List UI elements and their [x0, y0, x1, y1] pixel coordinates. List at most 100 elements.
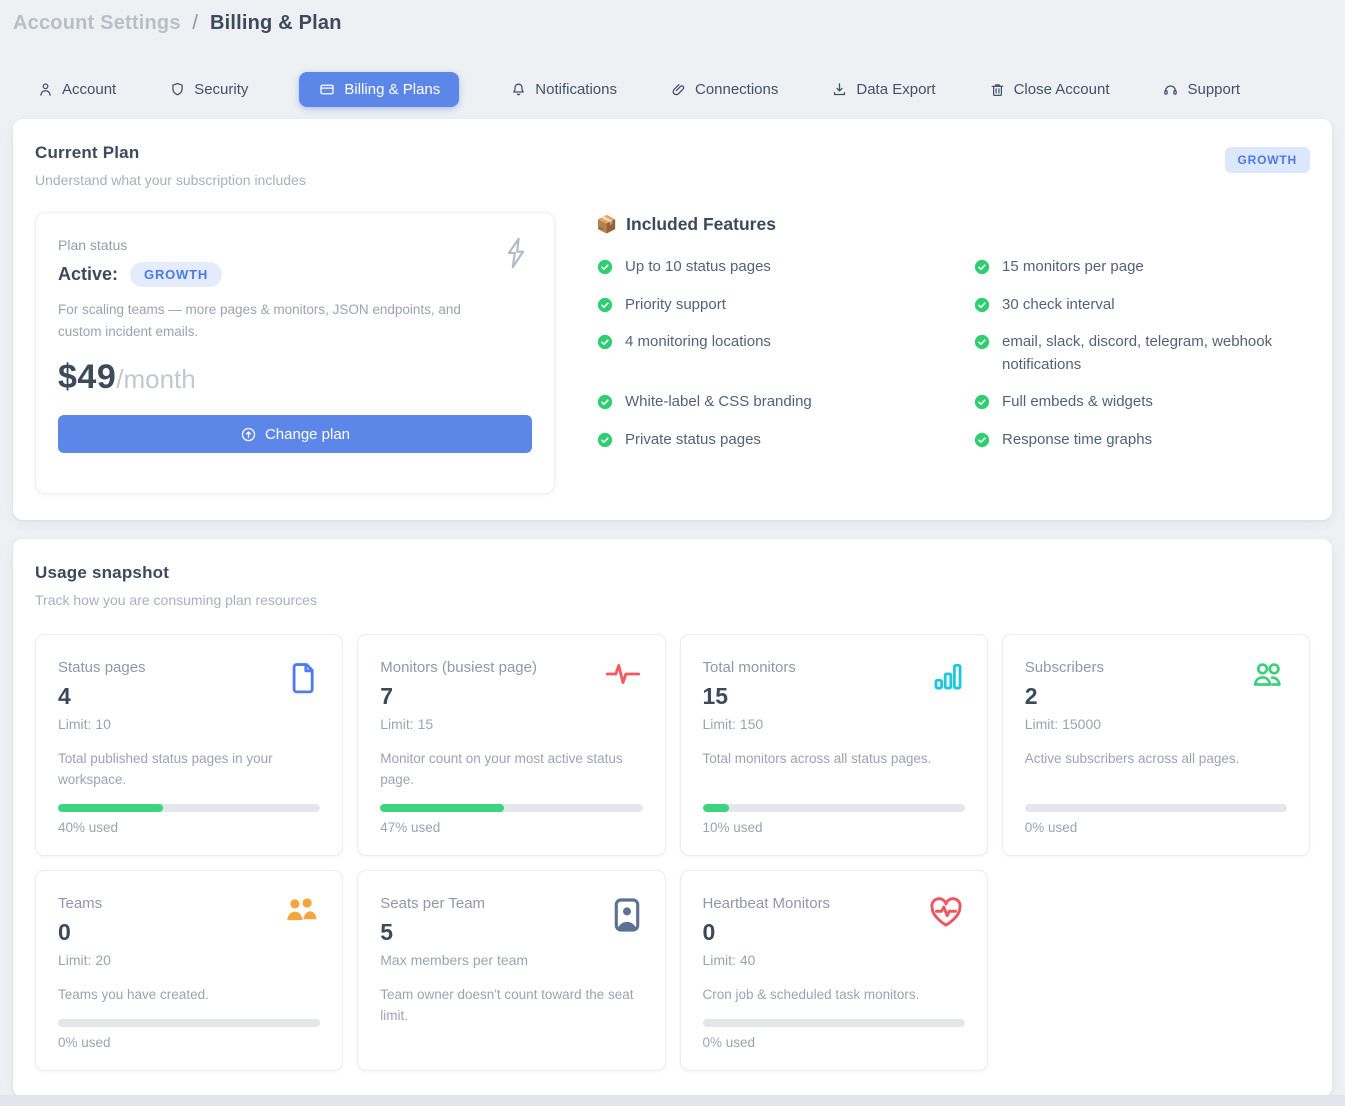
feature-label: 30 check interval [1002, 294, 1115, 317]
file-icon [286, 659, 320, 697]
tab-security[interactable]: Security [167, 72, 250, 107]
usage-card-top: Subscribers 2 Limit: 15000 [1025, 659, 1287, 732]
section-subtitle: Understand what your subscription includ… [35, 172, 306, 188]
usage-card-head: Monitors (busiest page) 7 Limit: 15 [380, 659, 537, 732]
usage-card-description: Total monitors across all status pages. [703, 749, 965, 791]
person-icon [37, 81, 54, 98]
usage-card-description: Team owner doesn't count toward the seat… [380, 985, 642, 1050]
usage-snapshot-section: Usage snapshot Track how you are consumi… [13, 539, 1332, 1097]
progress-track [703, 804, 965, 812]
progress-fill [703, 804, 729, 812]
plan-price: $49/month [58, 358, 532, 397]
check-circle-icon [973, 258, 991, 276]
price-period: /month [116, 364, 196, 394]
usage-card-title: Subscribers [1025, 659, 1104, 676]
link-icon [670, 81, 687, 98]
usage-card-percent: 0% used [1025, 820, 1287, 835]
download-icon [831, 81, 848, 98]
progress-fill [58, 804, 163, 812]
check-circle-icon [973, 333, 991, 351]
plan-status-row: Active: GROWTH [58, 262, 532, 287]
check-circle-icon [596, 393, 614, 411]
breadcrumb: Account Settings / Billing & Plan [13, 0, 1332, 35]
tab-connections[interactable]: Connections [668, 72, 780, 107]
heart-pulse-icon [927, 895, 965, 929]
usage-card-value: 4 [58, 683, 146, 710]
current-plan-heading: Current Plan Understand what your subscr… [35, 143, 306, 188]
team-icon [282, 895, 320, 925]
usage-card-top: Seats per Team 5 Max members per team [380, 895, 642, 968]
feature-label: Response time graphs [1002, 429, 1152, 452]
bell-icon [510, 81, 527, 98]
tab-data-export[interactable]: Data Export [829, 72, 937, 107]
usage-card-value: 5 [380, 919, 528, 946]
check-circle-icon [973, 296, 991, 314]
usage-card-head: Total monitors 15 Limit: 150 [703, 659, 796, 732]
usage-card-top: Monitors (busiest page) 7 Limit: 15 [380, 659, 642, 732]
usage-card-percent: 10% used [703, 820, 965, 835]
users-icon [1249, 659, 1287, 691]
change-plan-label: Change plan [265, 426, 350, 443]
usage-card-value: 7 [380, 683, 537, 710]
usage-card-heartbeat-monitors: Heartbeat Monitors 0 Limit: 40 Cron job … [680, 870, 988, 1071]
progress-track [703, 1019, 965, 1027]
id-badge-icon [611, 895, 643, 935]
tab-account[interactable]: Account [35, 72, 118, 107]
usage-card-subscribers: Subscribers 2 Limit: 15000 Active subscr… [1002, 634, 1310, 856]
usage-card-description: Monitor count on your most active status… [380, 749, 642, 791]
check-circle-icon [973, 393, 991, 411]
breadcrumb-parent[interactable]: Account Settings [13, 12, 181, 34]
package-icon: 📦 [596, 215, 617, 235]
tab-label: Data Export [856, 81, 935, 98]
tab-support[interactable]: Support [1160, 72, 1242, 107]
progress-track [1025, 804, 1287, 812]
check-circle-icon [596, 333, 614, 351]
usage-card-value: 15 [703, 683, 796, 710]
feature-item: Priority support [596, 294, 933, 317]
feature-label: Full embeds & widgets [1002, 391, 1153, 414]
change-plan-button[interactable]: Change plan [58, 415, 532, 453]
usage-card-top: Total monitors 15 Limit: 150 [703, 659, 965, 732]
tab-label: Billing & Plans [344, 81, 440, 98]
headset-icon [1162, 81, 1179, 98]
progress-track [58, 1019, 320, 1027]
tab-close-account[interactable]: Close Account [987, 72, 1112, 107]
usage-card-percent: 0% used [703, 1035, 965, 1050]
tab-label: Notifications [535, 81, 617, 98]
usage-card-title: Total monitors [703, 659, 796, 676]
plan-status-card: Plan status Active: GROWTH For scaling t… [35, 212, 555, 494]
usage-card-status-pages: Status pages 4 Limit: 10 Total published… [35, 634, 343, 856]
usage-card-limit: Limit: 10 [58, 716, 146, 732]
check-circle-icon [596, 431, 614, 449]
usage-card-percent: 40% used [58, 820, 320, 835]
usage-card-monitors-busiest: Monitors (busiest page) 7 Limit: 15 Moni… [357, 634, 665, 856]
usage-card-description: Teams you have created. [58, 985, 320, 1006]
usage-card-limit: Max members per team [380, 952, 528, 968]
usage-card-title: Heartbeat Monitors [703, 895, 831, 912]
feature-label: 15 monitors per page [1002, 256, 1144, 279]
shield-icon [169, 81, 186, 98]
usage-header: Usage snapshot Track how you are consumi… [35, 563, 1310, 608]
feature-item: 4 monitoring locations [596, 331, 933, 376]
usage-card-value: 2 [1025, 683, 1104, 710]
feature-item: 30 check interval [973, 294, 1310, 317]
usage-card-limit: Limit: 15 [380, 716, 537, 732]
feature-label: Up to 10 status pages [625, 256, 771, 279]
usage-card-limit: Limit: 150 [703, 716, 796, 732]
usage-card-head: Teams 0 Limit: 20 [58, 895, 111, 968]
usage-card-value: 0 [58, 919, 111, 946]
breadcrumb-separator: / [192, 12, 198, 34]
usage-card-title: Seats per Team [380, 895, 528, 912]
usage-card-head: Status pages 4 Limit: 10 [58, 659, 146, 732]
usage-card-description: Active subscribers across all pages. [1025, 749, 1287, 791]
tab-label: Support [1187, 81, 1240, 98]
feature-item: White-label & CSS branding [596, 391, 933, 414]
tab-notifications[interactable]: Notifications [508, 72, 619, 107]
feature-label: email, slack, discord, telegram, webhook… [1002, 331, 1310, 376]
feature-label: 4 monitoring locations [625, 331, 771, 354]
lightning-icon [500, 235, 532, 271]
usage-card-top: Status pages 4 Limit: 10 [58, 659, 320, 732]
progress-fill [380, 804, 503, 812]
tab-billing-plans[interactable]: Billing & Plans [299, 72, 459, 107]
usage-card-top: Teams 0 Limit: 20 [58, 895, 320, 968]
